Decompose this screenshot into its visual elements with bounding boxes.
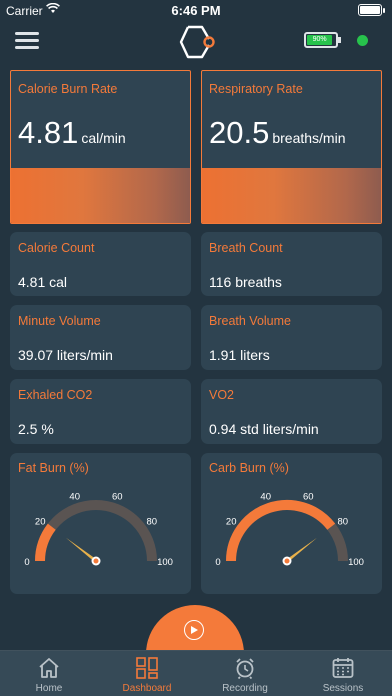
calorie-burn-rate-heat-bar [11, 168, 190, 223]
tab-dashboard[interactable]: Dashboard [98, 651, 196, 696]
gauge-tick-label: 0 [215, 557, 220, 568]
tab-dashboard-label: Dashboard [122, 683, 172, 694]
minute-volume-title: Minute Volume [18, 314, 101, 328]
calorie-burn-rate-unit: cal/min [81, 130, 126, 146]
home-icon [39, 658, 59, 678]
top-bar: 90% [0, 22, 392, 62]
breath-volume-title: Breath Volume [209, 314, 291, 328]
tab-sessions-label: Sessions [322, 683, 364, 694]
fat-burn-gauge: 0 20 40 60 80 100 [24, 491, 173, 568]
minute-volume-card: Minute Volume 39.07 liters/min [10, 305, 191, 370]
tab-sessions[interactable]: Sessions [294, 651, 392, 696]
tab-home[interactable]: Home [0, 651, 98, 696]
gauge-tick-label: 60 [303, 491, 314, 502]
fat-burn-card: Fat Burn (%) 0 20 40 60 80 100 [10, 453, 191, 594]
carb-burn-card: Carb Burn (%) 0 20 40 60 80 100 [201, 453, 382, 594]
exhaled-co2-value: 2.5 % [18, 421, 54, 437]
phone-battery-icon [358, 4, 385, 16]
gauge-tick-label: 100 [348, 557, 364, 568]
calorie-burn-rate-card: Calorie Burn Rate 4.81 cal/min [10, 70, 191, 224]
breath-volume-card: Breath Volume 1.91 liters [201, 305, 382, 370]
gauge-tick-label: 20 [226, 516, 237, 527]
gauge-tick-label: 100 [157, 557, 173, 568]
calorie-count-title: Calorie Count [18, 241, 95, 255]
calorie-count-value: 4.81 cal [18, 274, 68, 290]
tab-home-label: Home [35, 683, 63, 694]
gauge-tick-label: 0 [24, 557, 29, 568]
calorie-count-card: Calorie Count 4.81 cal [10, 232, 191, 296]
calendar-icon [332, 658, 354, 678]
gauge-hub-center [93, 558, 99, 564]
calorie-burn-rate-title: Calorie Burn Rate [18, 82, 118, 96]
exhaled-co2-card: Exhaled CO2 2.5 % [10, 379, 191, 444]
respiratory-rate-value: 20.5 [209, 115, 270, 150]
device-battery-level: 90% [307, 35, 333, 45]
gauge-hub-center [284, 558, 290, 564]
breath-count-title: Breath Count [209, 241, 283, 255]
gauge-tick-label: 60 [112, 491, 123, 502]
play-icon [184, 620, 204, 640]
respiratory-rate-heat-bar [202, 168, 381, 223]
gauge-tick-label: 80 [338, 516, 349, 527]
device-battery-icon: 90% [304, 32, 341, 48]
gauge-fill [35, 523, 56, 562]
tab-recording[interactable]: Recording [196, 651, 294, 696]
menu-button[interactable] [15, 32, 39, 50]
gauge-tick-label: 80 [147, 516, 158, 527]
vo2-value: 0.94 std liters/min [209, 421, 319, 437]
app-logo [179, 25, 215, 59]
minute-volume-value: 39.07 liters/min [18, 347, 113, 363]
respiratory-rate-title: Respiratory Rate [209, 82, 303, 96]
gauge-fill [226, 500, 336, 562]
respiratory-rate-unit: breaths/min [272, 130, 346, 146]
gauge-track [226, 500, 348, 562]
gauge-tick-label: 40 [69, 491, 80, 502]
alarm-clock-icon [236, 658, 254, 679]
breath-count-value: 116 breaths [209, 274, 282, 290]
vo2-card: VO2 0.94 std liters/min [201, 379, 382, 444]
carb-burn-gauge: 0 20 40 60 80 100 [215, 491, 364, 568]
tab-bar: Home Dashboard Recording Sessions [0, 650, 392, 696]
connection-status-dot [357, 35, 368, 46]
respiratory-rate-card: Respiratory Rate 20.5 breaths/min [201, 70, 382, 224]
vo2-title: VO2 [209, 388, 235, 402]
dashboard-icon [136, 657, 158, 679]
tab-recording-label: Recording [222, 683, 268, 694]
calorie-burn-rate-value: 4.81 [18, 115, 79, 150]
exhaled-co2-title: Exhaled CO2 [18, 388, 93, 402]
status-bar: Carrier 6:46 PM [0, 0, 392, 22]
gauge-track [35, 500, 157, 562]
gauge-tick-label: 40 [260, 491, 271, 502]
clock: 6:46 PM [171, 3, 221, 18]
breath-volume-value: 1.91 liters [209, 347, 270, 363]
gauge-tick-label: 20 [35, 516, 46, 527]
breath-count-card: Breath Count 116 breaths [201, 232, 382, 296]
